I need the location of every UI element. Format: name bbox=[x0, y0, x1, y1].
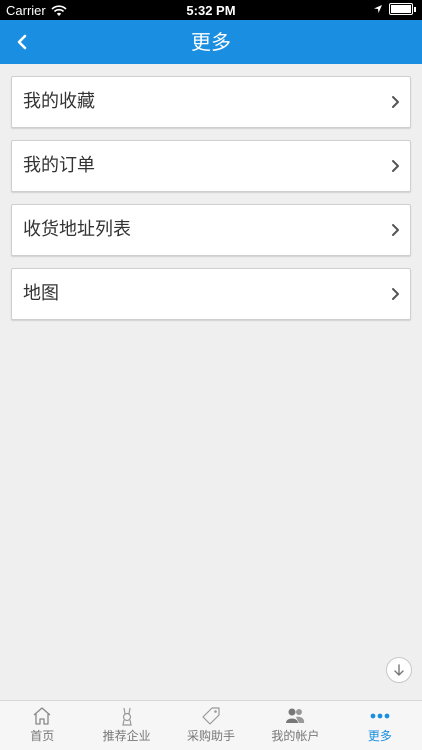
arrow-down-icon bbox=[394, 664, 404, 676]
menu-list: 我的收藏 我的订单 收货地址列表 地图 bbox=[11, 76, 411, 332]
chevron-right-icon bbox=[392, 224, 399, 236]
nav-bar: 更多 bbox=[0, 20, 422, 64]
tab-label: 推荐企业 bbox=[102, 729, 151, 743]
status-time: 5:32 PM bbox=[186, 3, 236, 18]
tab-label: 更多 bbox=[367, 729, 392, 743]
chevron-right-icon bbox=[392, 160, 399, 172]
menu-item-label: 地图 bbox=[23, 283, 59, 304]
menu-item-orders[interactable]: 我的订单 bbox=[11, 140, 411, 192]
menu-item-label: 收货地址列表 bbox=[23, 219, 131, 240]
scroll-down-button[interactable] bbox=[386, 657, 412, 683]
tab-home[interactable]: 首页 bbox=[0, 701, 84, 750]
tab-recommended[interactable]: 推荐企业 bbox=[84, 701, 168, 750]
menu-item-addresses[interactable]: 收货地址列表 bbox=[11, 204, 411, 256]
home-icon bbox=[33, 707, 51, 725]
chevron-right-icon bbox=[392, 288, 399, 300]
tab-label: 我的帐户 bbox=[271, 729, 320, 743]
menu-item-map[interactable]: 地图 bbox=[11, 268, 411, 320]
status-right bbox=[373, 3, 416, 15]
rabbit-icon bbox=[121, 707, 132, 726]
battery-tip bbox=[414, 6, 416, 12]
users-icon bbox=[286, 708, 305, 723]
battery-icon bbox=[389, 3, 413, 15]
page-title: 更多 bbox=[191, 30, 231, 54]
more-dots-icon bbox=[370, 713, 390, 719]
location-arrow-icon bbox=[374, 5, 382, 13]
tab-bar: 首页 推荐企业 采购助手 我的帐户 更多 bbox=[0, 700, 422, 750]
chevron-left-icon bbox=[17, 34, 27, 50]
menu-item-label: 我的订单 bbox=[23, 155, 95, 176]
back-button[interactable] bbox=[16, 28, 46, 56]
menu-item-label: 我的收藏 bbox=[23, 91, 95, 112]
chevron-right-icon bbox=[392, 96, 399, 108]
tab-label: 采购助手 bbox=[187, 729, 236, 743]
tab-purchase-assistant[interactable]: 采购助手 bbox=[169, 701, 253, 750]
menu-item-favorites[interactable]: 我的收藏 bbox=[11, 76, 411, 128]
tab-label: 首页 bbox=[30, 729, 55, 743]
status-bar: Carrier 5:32 PM bbox=[0, 0, 422, 20]
tab-more[interactable]: 更多 bbox=[338, 701, 422, 750]
tag-icon bbox=[202, 707, 220, 725]
tab-my-account[interactable]: 我的帐户 bbox=[253, 701, 337, 750]
